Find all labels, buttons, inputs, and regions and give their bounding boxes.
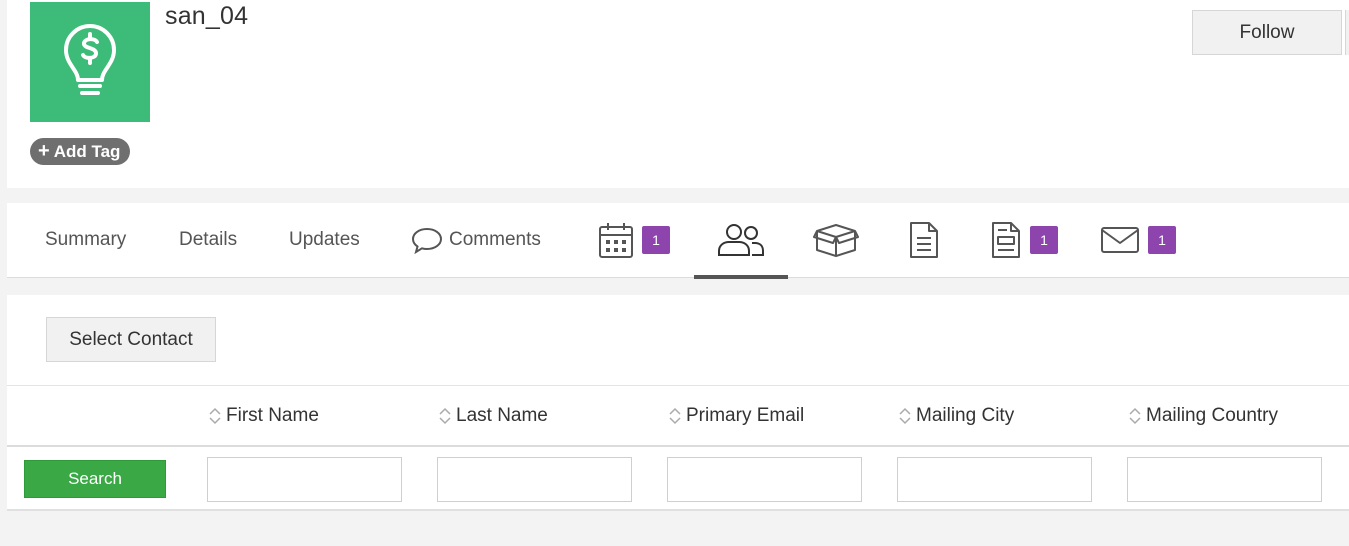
comment-icon xyxy=(411,227,443,254)
contacts-icon xyxy=(718,224,764,256)
column-label: Primary Email xyxy=(686,405,805,426)
mail-icon xyxy=(1101,227,1139,253)
tab-comments-label: Comments xyxy=(449,229,541,250)
tab-products[interactable] xyxy=(813,203,859,277)
calendar-icon xyxy=(599,223,633,258)
sort-icon xyxy=(439,407,451,425)
column-header-primary-email[interactable]: Primary Email xyxy=(668,405,804,427)
tab-summary[interactable]: Summary xyxy=(45,203,126,277)
tab-bar: Summary Details Updates Comments 1 1 1 xyxy=(7,203,1349,279)
email-count-badge: 1 xyxy=(1148,226,1176,254)
search-button[interactable]: Search xyxy=(24,460,166,498)
tab-updates-label: Updates xyxy=(289,229,360,250)
tab-updates[interactable]: Updates xyxy=(289,203,360,277)
column-header-mailing-city[interactable]: Mailing City xyxy=(898,405,1014,427)
tab-documents[interactable] xyxy=(908,203,940,277)
mailing-city-filter-input[interactable] xyxy=(897,457,1092,502)
column-label: First Name xyxy=(226,405,319,426)
document-icon xyxy=(910,222,938,258)
sort-icon xyxy=(899,407,911,425)
tab-details-label: Details xyxy=(179,229,238,250)
column-label: Mailing Country xyxy=(1146,405,1278,426)
column-header-first-name[interactable]: First Name xyxy=(208,405,319,427)
tab-emails[interactable]: 1 xyxy=(1100,203,1176,277)
sort-icon xyxy=(209,407,221,425)
column-label: Mailing City xyxy=(916,405,1015,426)
first-name-filter-input[interactable] xyxy=(207,457,402,502)
divider xyxy=(7,509,1349,511)
last-name-filter-input[interactable] xyxy=(437,457,632,502)
follow-button[interactable]: Follow xyxy=(1192,10,1342,55)
divider xyxy=(7,385,1349,386)
record-name: san_04 xyxy=(165,2,249,30)
column-label: Last Name xyxy=(456,405,548,426)
record-header: san_04 + Add Tag Follow xyxy=(7,0,1349,188)
record-avatar xyxy=(30,2,150,122)
tab-contacts[interactable] xyxy=(694,203,788,279)
select-contact-button[interactable]: Select Contact xyxy=(46,317,216,362)
tab-calendar[interactable]: 1 xyxy=(598,203,670,277)
plus-icon: + xyxy=(38,139,50,162)
mailing-country-filter-input[interactable] xyxy=(1127,457,1322,502)
contacts-panel: Select Contact First Name Last Name Prim… xyxy=(7,295,1349,511)
follow-menu-edge[interactable] xyxy=(1345,10,1349,55)
divider xyxy=(7,445,1349,447)
lightbulb-dollar-icon xyxy=(64,24,116,95)
tab-comments[interactable]: Comments xyxy=(411,203,541,277)
sort-icon xyxy=(1129,407,1141,425)
invoice-icon xyxy=(992,222,1020,258)
add-tag-button[interactable]: + Add Tag xyxy=(30,138,131,165)
column-header-last-name[interactable]: Last Name xyxy=(438,405,548,427)
primary-email-filter-input[interactable] xyxy=(667,457,862,502)
invoice-count-badge: 1 xyxy=(1030,226,1058,254)
box-icon xyxy=(813,224,859,257)
calendar-count-badge: 1 xyxy=(642,226,670,254)
sort-icon xyxy=(669,407,681,425)
add-tag-label: Add Tag xyxy=(53,141,121,161)
tab-details[interactable]: Details xyxy=(179,203,237,277)
tab-invoices[interactable]: 1 xyxy=(990,203,1058,277)
column-header-mailing-country[interactable]: Mailing Country xyxy=(1128,405,1278,427)
tab-summary-label: Summary xyxy=(45,229,127,250)
